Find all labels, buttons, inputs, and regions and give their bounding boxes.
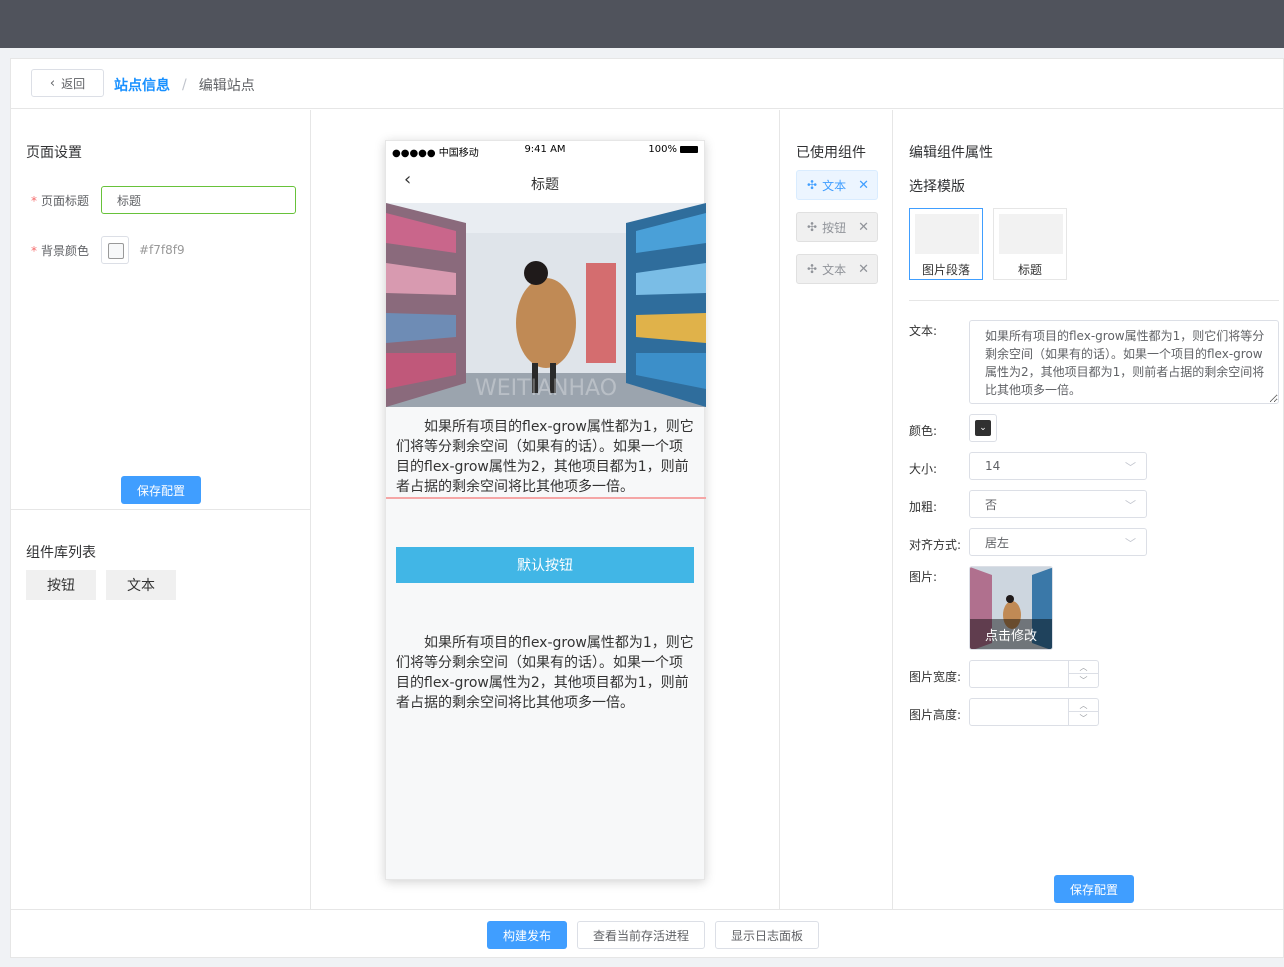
library-title: 组件库列表 <box>26 545 96 561</box>
breadcrumb-parent[interactable]: 站点信息 <box>114 75 170 95</box>
template-image-paragraph[interactable]: 图片段落 <box>909 208 983 280</box>
chevron-down-icon: ﹀ <box>1125 461 1136 474</box>
breadcrumb: 站点信息 / 编辑站点 <box>114 75 255 95</box>
align-label: 对齐方式: <box>909 538 962 552</box>
move-icon: ✣ <box>807 220 818 234</box>
show-log-panel-button[interactable]: 显示日志面板 <box>715 921 819 949</box>
phone-default-button[interactable]: 默认按钮 <box>396 547 694 583</box>
used-components-panel: 已使用组件 ✣ 文本 ✕ ✣ 按钮 ✕ ✣ 文本 ✕ <box>781 110 893 909</box>
top-bar <box>0 0 1284 48</box>
template-title-option[interactable]: 标题 <box>993 208 1067 280</box>
template-thumbnail <box>915 214 979 254</box>
close-icon[interactable]: ✕ <box>858 262 869 277</box>
move-icon: ✣ <box>807 262 818 276</box>
library-item-button[interactable]: 按钮 <box>26 570 96 600</box>
back-button[interactable]: ‹ 返回 <box>31 69 104 97</box>
view-processes-button[interactable]: 查看当前存活进程 <box>577 921 705 949</box>
footer-bar: 构建发布 查看当前存活进程 显示日志面板 <box>11 909 1283 959</box>
text-textarea[interactable]: 如果所有项目的flex-grow属性都为1，则它们将等分剩余空间（如果有的话）。… <box>969 320 1279 404</box>
used-item-text-1[interactable]: ✣ 文本 ✕ <box>796 170 878 200</box>
status-battery: 100% <box>648 144 698 155</box>
publish-button[interactable]: 构建发布 <box>487 921 567 949</box>
image-height-input[interactable]: ︿ ﹀ <box>969 698 1099 726</box>
paragraph-text-2[interactable]: 如果所有项目的flex-grow属性都为1，则它们将等分剩余空间（如果有的话）。… <box>396 633 696 713</box>
size-label: 大小: <box>909 462 938 476</box>
battery-icon <box>680 146 698 153</box>
store-photo: WEITIANHAO <box>386 203 706 407</box>
template-thumbnail <box>999 214 1063 254</box>
page-title-label: * 页面标题 <box>31 194 90 208</box>
properties-title: 编辑组件属性 <box>909 145 993 161</box>
bg-color-picker[interactable] <box>101 236 129 264</box>
color-label: 颜色: <box>909 424 938 438</box>
chevron-down-icon: ⌄ <box>975 420 991 436</box>
image-change-overlay: 点击修改 <box>970 619 1052 649</box>
bold-label: 加粗: <box>909 500 938 514</box>
stepper-down-icon[interactable]: ﹀ <box>1069 712 1098 725</box>
move-icon: ✣ <box>807 178 818 192</box>
template-title: 选择模版 <box>909 179 965 195</box>
text-label: 文本: <box>909 324 938 338</box>
image-width-input[interactable]: ︿ ﹀ <box>969 660 1099 688</box>
nav-title: 标题 <box>531 177 559 193</box>
stepper-up-icon[interactable]: ︿ <box>1069 661 1098 674</box>
close-icon[interactable]: ✕ <box>858 220 869 235</box>
chevron-left-icon: ‹ <box>49 75 56 91</box>
close-icon[interactable]: ✕ <box>858 178 869 193</box>
image-label: 图片: <box>909 570 938 584</box>
component-properties-panel: 编辑组件属性 选择模版 图片段落 标题 文本: 如果所有项目的flex-grow… <box>894 110 1284 909</box>
phone-navbar: ‹ 标题 <box>386 159 704 203</box>
paragraph-image[interactable]: WEITIANHAO <box>386 203 706 407</box>
save-component-config-button[interactable]: 保存配置 <box>1054 875 1134 903</box>
divider <box>909 300 1279 301</box>
library-item-text[interactable]: 文本 <box>106 570 176 600</box>
stepper-down-icon[interactable]: ﹀ <box>1069 674 1098 687</box>
bg-color-swatch <box>108 243 124 259</box>
selected-indicator <box>386 497 706 499</box>
preview-panel: ●●●●● 中国移动 9:41 AM 100% ‹ 标题 WEITIANHAO … <box>312 110 780 909</box>
stepper: ︿ ﹀ <box>1068 699 1098 725</box>
status-bar: ●●●●● 中国移动 9:41 AM 100% <box>386 141 704 159</box>
breadcrumb-current: 编辑站点 <box>198 78 255 94</box>
bold-select[interactable]: 否 ﹀ <box>969 490 1147 518</box>
editor-card: ‹ 返回 站点信息 / 编辑站点 页面设置 *页面标题 *背景颜色 #f7f8f… <box>10 58 1284 958</box>
used-item-button[interactable]: ✣ 按钮 ✕ <box>796 212 878 242</box>
breadcrumb-separator: / <box>182 77 187 93</box>
stepper-up-icon[interactable]: ︿ <box>1069 699 1098 712</box>
template-label: 标题 <box>1017 263 1042 277</box>
page-settings-title: 页面设置 <box>26 145 82 161</box>
bg-color-label: * 背景颜色 <box>31 244 90 258</box>
chevron-down-icon: ﹀ <box>1125 499 1136 512</box>
page-header: ‹ 返回 站点信息 / 编辑站点 <box>11 59 1283 109</box>
paragraph-text-1[interactable]: 如果所有项目的flex-grow属性都为1，则它们将等分剩余空间（如果有的话）。… <box>396 417 696 497</box>
size-select[interactable]: 14 ﹀ <box>969 452 1147 480</box>
used-item-text-2[interactable]: ✣ 文本 ✕ <box>796 254 878 284</box>
template-label: 图片段落 <box>921 263 970 277</box>
page-settings-panel: 页面设置 *页面标题 *背景颜色 #f7f8f9 保存配置 组件库列表 按钮 文… <box>11 110 311 909</box>
phone-preview: ●●●●● 中国移动 9:41 AM 100% ‹ 标题 WEITIANHAO … <box>385 140 706 880</box>
align-select[interactable]: 居左 ﹀ <box>969 528 1147 556</box>
chevron-down-icon: ﹀ <box>1125 537 1136 550</box>
image-width-label: 图片宽度: <box>909 670 962 684</box>
back-label: 返回 <box>61 76 86 91</box>
used-components-title: 已使用组件 <box>796 145 866 161</box>
image-upload[interactable]: 点击修改 <box>969 566 1053 650</box>
text-color-picker[interactable]: ⌄ <box>969 414 997 442</box>
stepper: ︿ ﹀ <box>1068 661 1098 687</box>
photo-watermark: WEITIANHAO <box>475 376 617 401</box>
save-page-config-button[interactable]: 保存配置 <box>121 476 201 504</box>
page-title-input[interactable] <box>101 186 296 214</box>
divider <box>11 509 311 510</box>
bg-color-value: #f7f8f9 <box>139 243 185 257</box>
image-height-label: 图片高度: <box>909 708 962 722</box>
